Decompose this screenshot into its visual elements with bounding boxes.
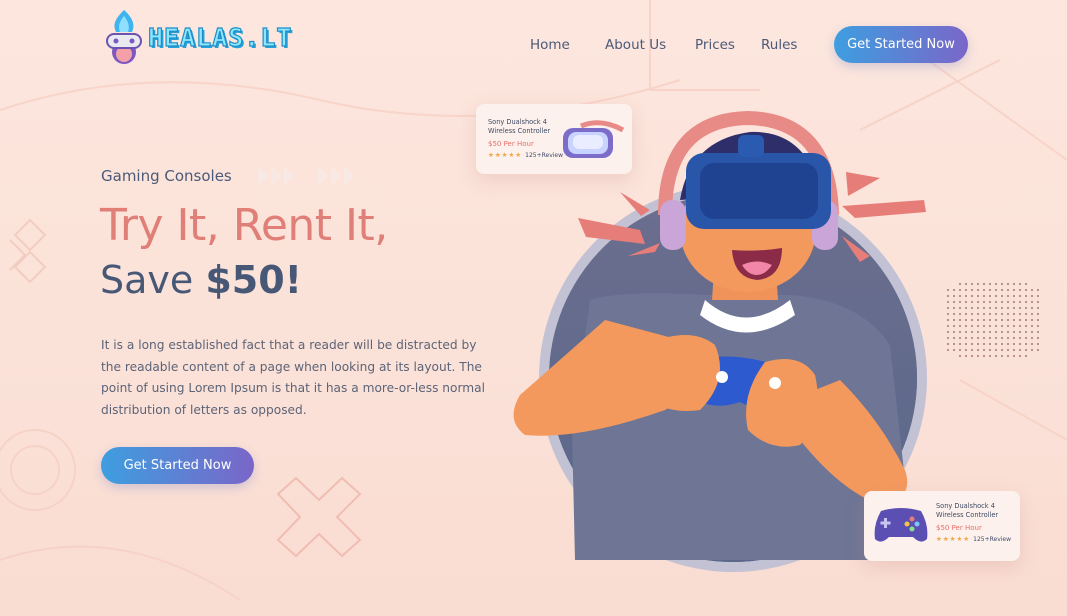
brand-name: HEALAS.LT	[147, 22, 293, 52]
product-card-rating: ★★★★★ 125+Review	[488, 151, 568, 159]
triple-chevron-icon	[318, 166, 354, 186]
product-card-price: $50 Per Hour	[488, 140, 534, 148]
product-card-price: $50 Per Hour	[936, 524, 982, 532]
nav-home[interactable]: Home	[530, 37, 570, 53]
product-card-title: Sony Dualshock 4 Wireless Controller	[488, 118, 551, 135]
hero-title-line1: Try It, Rent It,	[100, 200, 388, 251]
hero-description: It is a long established fact that a rea…	[101, 338, 486, 417]
nav-rules[interactable]: Rules	[761, 37, 797, 53]
product-card-vr[interactable]: Sony Dualshock 4 Wireless Controller $50 …	[476, 104, 632, 174]
nav-prices[interactable]: Prices	[695, 37, 735, 53]
nav-about-us[interactable]: About Us	[605, 37, 666, 53]
product-card-title: Sony Dualshock 4 Wireless Controller	[936, 502, 999, 519]
product-card-controller[interactable]: Sony Dualshock 4 Wireless Controller $50 …	[864, 491, 1020, 561]
dot-grid-decoration: (function(){ var g=document.currentScrip…	[946, 282, 1040, 358]
brand-logo[interactable]: HEALAS.LT	[104, 8, 292, 66]
hero-title-save: Save	[100, 258, 206, 302]
triple-chevron-icon	[258, 166, 294, 186]
nav-get-started-button[interactable]: Get Started Now	[834, 26, 968, 63]
hero-get-started-button[interactable]: Get Started Now	[101, 447, 254, 484]
gamer-mascot-icon	[106, 10, 142, 64]
product-card-rating: ★★★★★ 125+Review	[936, 535, 1016, 543]
product-card-reviews: 125+Review	[973, 535, 1012, 543]
diamond-icon	[9, 218, 47, 284]
hero-title-amount: $50!	[205, 258, 303, 302]
star-rating-icon: ★★★★★	[936, 535, 971, 543]
arrow-decoration	[258, 166, 356, 186]
hero-eyebrow: Gaming Consoles	[101, 167, 232, 185]
hero-title-line2: Save $50!	[100, 258, 302, 302]
star-rating-icon: ★★★★★	[488, 151, 523, 159]
product-card-reviews: 125+Review	[525, 151, 564, 159]
gamepad-icon	[874, 508, 928, 542]
x-mark-decoration	[276, 476, 362, 558]
vr-headset-icon	[563, 120, 625, 158]
